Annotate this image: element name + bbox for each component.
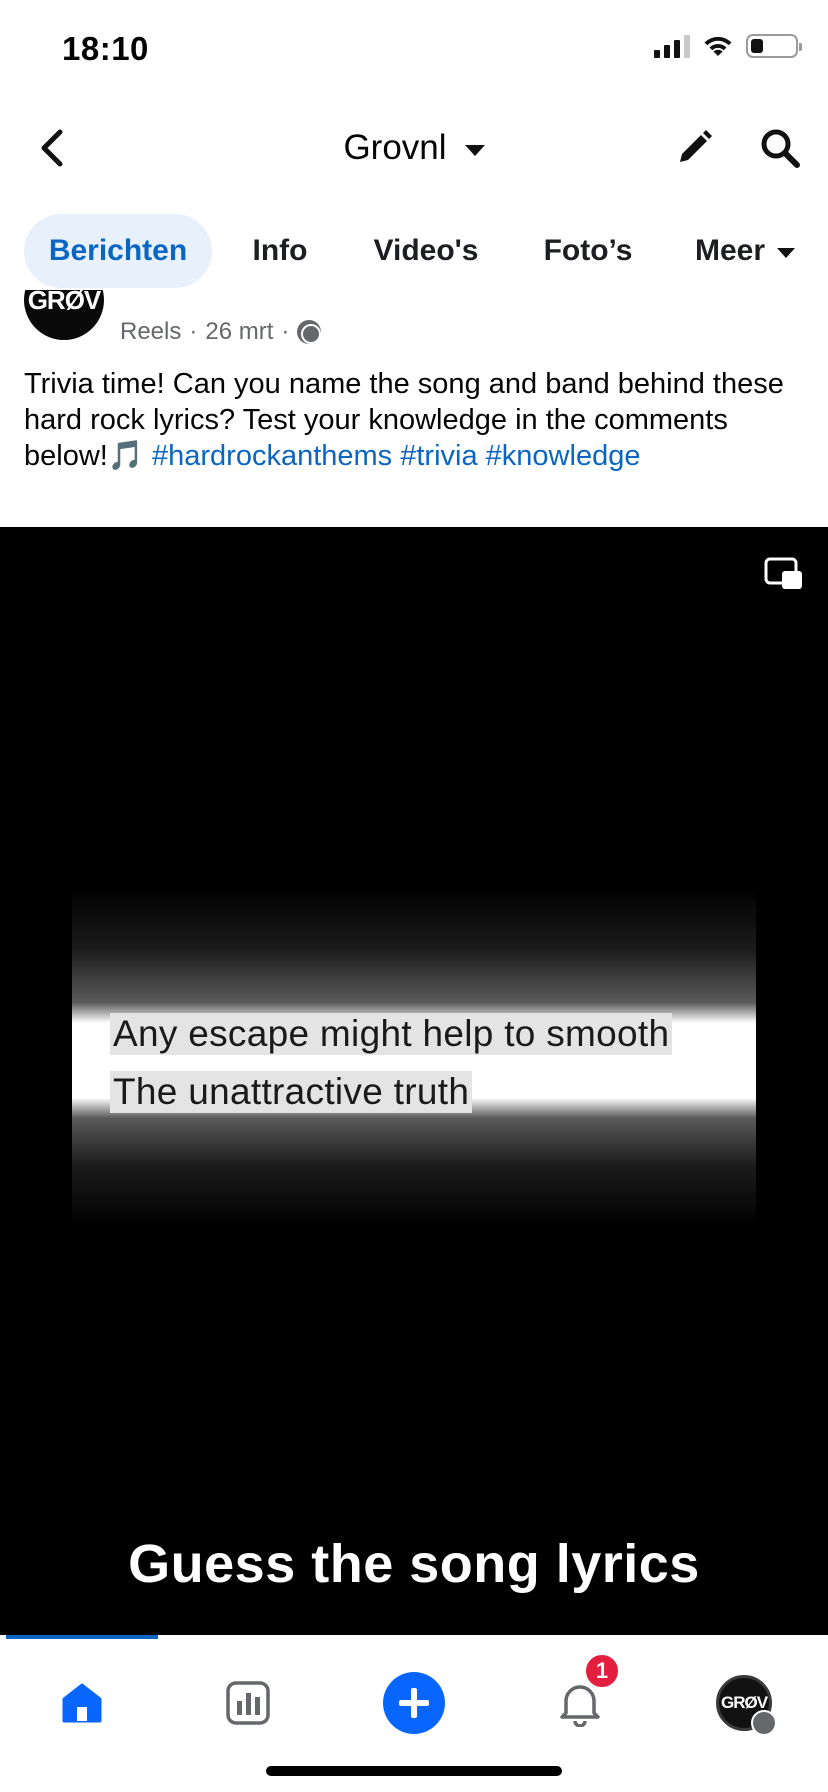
menu-icon xyxy=(751,1710,777,1736)
page-title: Grovnl xyxy=(343,128,447,167)
tab-videos[interactable]: Video's xyxy=(356,214,496,288)
top-nav-bar: Grovnl xyxy=(0,100,828,196)
separator: · xyxy=(281,318,290,345)
hashtag-link[interactable]: #knowledge xyxy=(486,440,641,472)
lyric-line: Any escape might help to smooth xyxy=(110,1013,673,1055)
hashtag-link[interactable]: #hardrockanthems xyxy=(152,440,392,472)
tab-info[interactable]: Info xyxy=(232,214,328,288)
status-time: 18:10 xyxy=(62,30,149,67)
tab-label: Meer xyxy=(694,234,766,267)
search-icon xyxy=(761,129,800,168)
tab-berichten[interactable]: Berichten xyxy=(24,214,212,288)
post-header: GRØV Reels · 26 mrt · xyxy=(0,290,828,360)
caret-down-icon xyxy=(777,247,796,258)
home-icon xyxy=(62,1683,102,1723)
home-indicator xyxy=(266,1766,562,1776)
status-icons xyxy=(654,34,802,58)
wifi-icon xyxy=(704,36,732,56)
search-button[interactable] xyxy=(752,120,808,176)
page-tabs: Berichten Info Video's Foto’s Meer xyxy=(0,214,828,290)
nav-profile[interactable]: GRØV xyxy=(706,1665,782,1741)
tab-label: Foto’s xyxy=(543,234,633,267)
caret-down-icon xyxy=(464,144,485,156)
signal-icon xyxy=(654,34,690,58)
video-caption: Guess the song lyrics xyxy=(128,1534,700,1594)
edit-button[interactable] xyxy=(666,120,722,176)
separator: · xyxy=(189,318,198,345)
tab-label: Berichten xyxy=(48,234,188,267)
hashtag-link[interactable]: #trivia xyxy=(400,440,477,472)
tab-label: Info xyxy=(252,234,308,267)
picture-in-picture-icon xyxy=(764,557,802,589)
pencil-icon xyxy=(680,130,712,162)
post-category: Reels xyxy=(120,318,182,345)
globe-icon xyxy=(297,320,322,344)
status-bar: 18:10 xyxy=(0,0,828,100)
video-player[interactable]: Any escape might help to smooth The unat… xyxy=(0,527,828,1635)
bottom-nav: 1 GRØV xyxy=(0,1635,828,1792)
nav-home[interactable] xyxy=(44,1665,120,1741)
profile-avatar: GRØV xyxy=(716,1675,777,1736)
post-date[interactable]: 26 mrt xyxy=(205,318,273,346)
active-tab-indicator xyxy=(6,1635,158,1639)
post-text: Trivia time! Can you name the song and b… xyxy=(24,366,804,474)
chart-icon xyxy=(226,1681,270,1725)
battery-icon xyxy=(746,34,802,58)
plus-icon xyxy=(383,1672,445,1734)
lyrics-frame xyxy=(72,887,756,1227)
tab-fotos[interactable]: Foto’s xyxy=(526,214,650,288)
nav-create[interactable] xyxy=(376,1665,452,1741)
notification-badge: 1 xyxy=(584,1653,620,1689)
nav-insights[interactable] xyxy=(210,1665,286,1741)
picture-in-picture-button[interactable] xyxy=(764,557,804,593)
tab-meer[interactable]: Meer xyxy=(680,214,810,288)
lyric-line: The unattractive truth xyxy=(110,1071,473,1113)
tab-label: Video's xyxy=(373,234,479,267)
post-meta: Reels · 26 mrt · xyxy=(120,318,322,346)
page-avatar[interactable]: GRØV xyxy=(24,290,104,340)
